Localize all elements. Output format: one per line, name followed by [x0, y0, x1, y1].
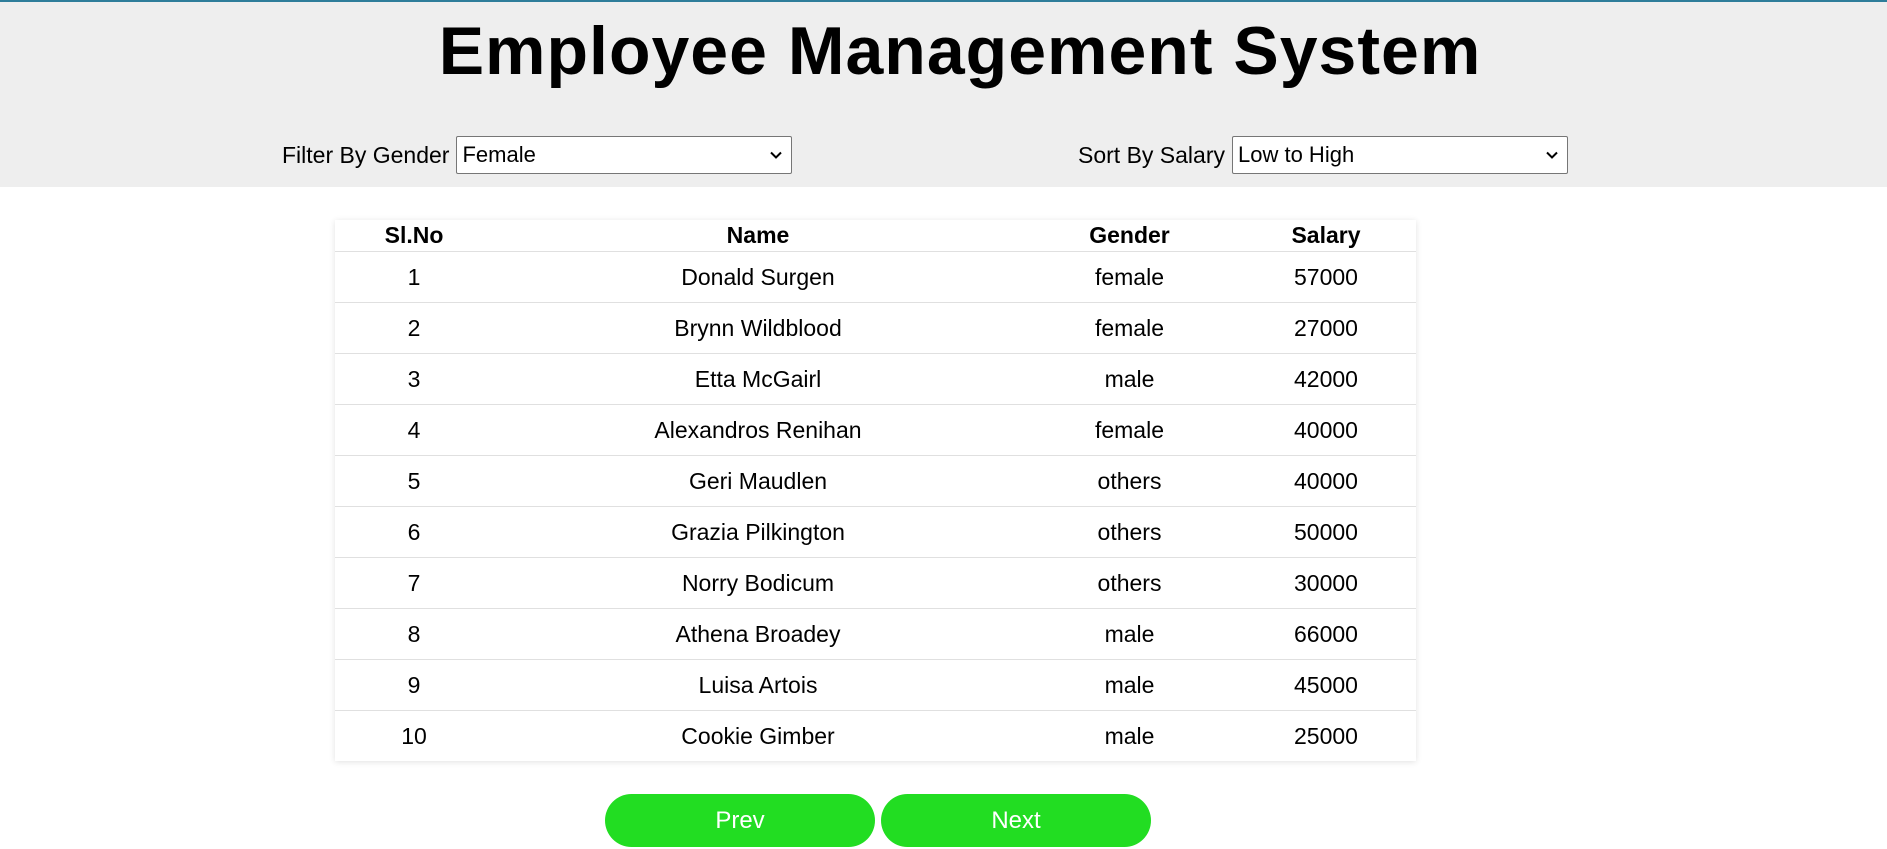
pagination: Prev Next	[605, 794, 1151, 847]
header-section: Employee Management System Filter By Gen…	[0, 2, 1887, 187]
column-header-slno: Sl.No	[335, 220, 493, 252]
column-header-salary: Salary	[1236, 220, 1416, 252]
cell-gender: male	[1023, 608, 1236, 660]
column-header-name: Name	[493, 220, 1023, 252]
cell-gender: others	[1023, 557, 1236, 609]
cell-slno: 9	[335, 659, 493, 711]
employee-table: Sl.No Name Gender Salary 1 Donald Surgen…	[335, 220, 1416, 761]
table-row: 5 Geri Maudlen others 40000	[335, 455, 1416, 507]
cell-name: Grazia Pilkington	[493, 506, 1023, 558]
cell-name: Donald Surgen	[493, 251, 1023, 303]
cell-name: Cookie Gimber	[681, 722, 835, 749]
cell-salary: 40000	[1236, 404, 1416, 456]
cell-name: Athena Broadey	[493, 608, 1023, 660]
cell-gender: male	[1023, 353, 1236, 405]
table-row: 9 Luisa Artois male 45000	[335, 659, 1416, 711]
cell-salary: 25000	[1294, 722, 1358, 749]
salary-sort-value: Low to High	[1238, 142, 1355, 167]
chevron-down-icon	[770, 151, 783, 159]
cell-gender: female	[1023, 404, 1236, 456]
cell-salary: 50000	[1236, 506, 1416, 558]
cell-slno: 3	[335, 353, 493, 405]
chevron-down-icon	[1546, 151, 1558, 159]
prev-button[interactable]: Prev	[605, 794, 875, 847]
cell-slno: 1	[335, 251, 493, 303]
table-row: 2 Brynn Wildblood female 27000	[335, 302, 1416, 354]
table-row: 3 Etta McGairl male 42000	[335, 353, 1416, 405]
cell-slno: 10	[401, 722, 427, 749]
salary-sort: Sort By Salary Low to High	[1078, 135, 1568, 175]
cell-name: Etta McGairl	[493, 353, 1023, 405]
table-row: 8 Athena Broadey male 66000	[335, 608, 1416, 660]
salary-sort-select[interactable]: Low to High	[1232, 136, 1568, 174]
gender-filter-select[interactable]: Female	[456, 136, 793, 174]
table-row: 7 Norry Bodicum others 30000	[335, 557, 1416, 609]
gender-filter: Filter By Gender Female	[282, 135, 793, 175]
cell-salary: 30000	[1236, 557, 1416, 609]
cell-slno: 8	[335, 608, 493, 660]
cell-gender: female	[1023, 251, 1236, 303]
table-header-row: Sl.No Name Gender Salary	[335, 220, 1416, 252]
cell-gender: others	[1023, 455, 1236, 507]
cell-salary: 66000	[1236, 608, 1416, 660]
cell-name: Brynn Wildblood	[493, 302, 1023, 354]
cell-salary: 40000	[1236, 455, 1416, 507]
employee-table-card: Sl.No Name Gender Salary 1 Donald Surgen…	[335, 220, 1416, 761]
table-row: 1 Donald Surgen female 57000	[335, 251, 1416, 303]
cell-slno: 5	[335, 455, 493, 507]
gender-filter-value: Female	[462, 142, 536, 167]
table-row: 6 Grazia Pilkington others 50000	[335, 506, 1416, 558]
page-title: Employee Management System	[438, 13, 1482, 89]
cell-gender: others	[1023, 506, 1236, 558]
cell-name: Luisa Artois	[493, 659, 1023, 711]
gender-filter-label: Filter By Gender	[282, 141, 450, 168]
cell-name: Alexandros Renihan	[493, 404, 1023, 456]
table-row: 10 Cookie Gimber male 25000	[335, 711, 1416, 762]
cell-gender: female	[1023, 302, 1236, 354]
column-header-gender: Gender	[1023, 220, 1236, 252]
cell-salary: 57000	[1236, 251, 1416, 303]
cell-slno: 6	[335, 506, 493, 558]
cell-slno: 7	[335, 557, 493, 609]
cell-slno: 2	[335, 302, 493, 354]
cell-name: Geri Maudlen	[493, 455, 1023, 507]
next-button[interactable]: Next	[881, 794, 1151, 847]
cell-name: Norry Bodicum	[493, 557, 1023, 609]
cell-salary: 45000	[1236, 659, 1416, 711]
cell-salary: 42000	[1236, 353, 1416, 405]
cell-gender: male	[1104, 722, 1155, 749]
salary-sort-label: Sort By Salary	[1078, 141, 1225, 168]
cell-salary: 27000	[1236, 302, 1416, 354]
table-row: 4 Alexandros Renihan female 40000	[335, 404, 1416, 456]
cell-gender: male	[1023, 659, 1236, 711]
cell-slno: 4	[335, 404, 493, 456]
